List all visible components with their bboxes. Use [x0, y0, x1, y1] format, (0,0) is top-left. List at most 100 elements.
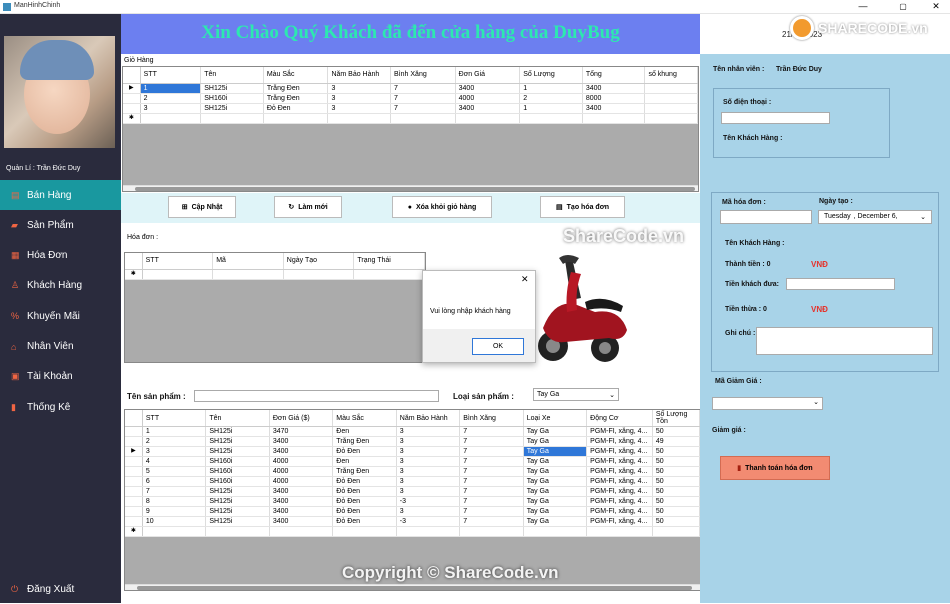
table-cell[interactable]: Đỏ Đen [263, 103, 329, 114]
table-cell[interactable]: 8 [142, 496, 207, 507]
table-cell[interactable]: Đen [332, 426, 397, 437]
sidebar-item-3[interactable]: ▦ Hóa Đơn [0, 241, 121, 271]
table-cell[interactable] [519, 113, 583, 124]
table-cell[interactable]: 1 [519, 83, 583, 94]
table-cell[interactable]: 3400 [269, 516, 334, 527]
table-cell[interactable]: PGM-FI, xăng, 4... [586, 476, 653, 487]
column-header[interactable]: Màu Sắc [263, 67, 329, 84]
table-cell[interactable]: 3 [396, 436, 461, 447]
table-row[interactable]: 2 SH125i 3400 Trắng Đen 3 7 Tay Ga PGM-FI, xăng… [125, 436, 701, 447]
table-cell[interactable]: 50 [652, 456, 701, 467]
sidebar-item-7[interactable]: ▣ Tài Khoản [0, 362, 121, 392]
column-header[interactable]: số khung [644, 67, 698, 84]
sidebar-item-2[interactable]: ▰ Sản Phẩm [0, 210, 121, 240]
table-cell[interactable]: 6 [142, 476, 207, 487]
logout-button[interactable]: ⏻ Đăng Xuất [0, 574, 121, 604]
invoice-new-row[interactable]: ✱ [125, 269, 425, 280]
table-cell[interactable]: 7 [459, 506, 524, 517]
table-cell[interactable]: 3 [396, 466, 461, 477]
note-textarea[interactable] [756, 327, 933, 355]
table-cell[interactable]: 7 [390, 93, 456, 104]
column-header[interactable]: Trạng Thái [353, 253, 425, 270]
table-row[interactable]: 8 SH125i 3400 Đỏ Đen -3 7 Tay Ga PGM-FI, xăng, … [125, 496, 701, 507]
table-cell[interactable]: 3 [396, 426, 461, 437]
table-cell[interactable]: 7 [459, 516, 524, 527]
phone-input[interactable] [721, 112, 830, 124]
table-cell[interactable]: 50 [652, 446, 701, 457]
table-cell[interactable]: SH125i [205, 486, 270, 497]
row-header[interactable] [125, 436, 143, 447]
row-header[interactable] [125, 486, 143, 497]
table-cell[interactable]: Đỏ Đen [332, 496, 397, 507]
table-cell[interactable]: 3 [396, 506, 461, 517]
column-header[interactable]: Bình Xăng [390, 67, 456, 84]
table-cell[interactable]: Trắng Đen [263, 83, 329, 94]
table-cell[interactable]: 4000 [455, 93, 521, 104]
table-cell[interactable]: Tay Ga [523, 426, 588, 437]
table-cell[interactable]: 2 [519, 93, 583, 104]
table-cell[interactable]: SH125i [200, 103, 264, 114]
table-cell[interactable] [140, 113, 202, 124]
cart-scroll-thumb[interactable] [135, 187, 695, 191]
table-row[interactable]: 4 SH160i 4000 Đen 3 7 Tay Ga PGM-FI, xăng, 4...… [125, 456, 701, 467]
row-header[interactable] [125, 426, 143, 437]
table-cell[interactable] [263, 113, 329, 124]
table-cell[interactable]: 2 [140, 93, 202, 104]
table-row[interactable]: ▶ 3 SH125i 3400 Đỏ Đen 3 7 Tay Ga PGM-FI, xăng, … [125, 446, 701, 457]
create-invoice-button[interactable]: ▤ Tạo hóa đơn [540, 196, 625, 218]
table-cell[interactable] [586, 526, 653, 537]
table-cell[interactable]: SH125i [200, 83, 264, 94]
table-cell[interactable]: Trắng Đen [332, 436, 397, 447]
table-cell[interactable]: PGM-FI, xăng, 4... [586, 446, 653, 457]
table-cell[interactable]: 9 [142, 506, 207, 517]
table-cell[interactable]: 7 [459, 486, 524, 497]
row-header[interactable] [125, 476, 143, 487]
new-row[interactable]: ✱ [125, 526, 701, 537]
table-cell[interactable]: 50 [652, 516, 701, 527]
table-cell[interactable]: Đỏ Đen [332, 486, 397, 497]
table-cell[interactable]: Đỏ Đen [332, 516, 397, 527]
table-cell[interactable] [269, 526, 334, 537]
sidebar-item-6[interactable]: ⌂ Nhân Viên [0, 332, 121, 362]
table-cell[interactable]: SH160i [205, 466, 270, 477]
sidebar-item-1[interactable]: ▤ Bán Hàng [0, 180, 121, 210]
product-scrollbar[interactable] [125, 584, 700, 590]
table-cell[interactable] [644, 103, 698, 114]
table-row[interactable]: 9 SH125i 3400 Đỏ Đen 3 7 Tay Ga PGM-FI, xăng, 4… [125, 506, 701, 517]
refresh-button[interactable]: ↻ Làm mới [274, 196, 342, 218]
row-header[interactable] [123, 103, 141, 114]
table-cell[interactable]: Tay Ga [523, 446, 588, 457]
table-cell[interactable]: 3470 [269, 426, 334, 437]
dialog-close-icon[interactable]: ✕ [521, 274, 529, 285]
table-cell[interactable]: -3 [396, 496, 461, 507]
table-cell[interactable]: Đỏ Đen [332, 446, 397, 457]
dialog-ok-button[interactable]: OK [472, 338, 524, 355]
row-header[interactable] [123, 93, 141, 104]
table-cell[interactable] [582, 113, 646, 124]
table-cell[interactable]: Trắng Đen [263, 93, 329, 104]
column-header[interactable]: Tên [200, 67, 264, 84]
table-cell[interactable]: 3400 [269, 436, 334, 447]
table-cell[interactable]: 7 [142, 486, 207, 497]
column-header[interactable]: STT [142, 253, 214, 270]
table-cell[interactable]: 4000 [269, 456, 334, 467]
table-cell[interactable]: Đỏ Đen [332, 476, 397, 487]
column-header[interactable]: STT [142, 410, 207, 427]
table-cell[interactable]: Đen [332, 456, 397, 467]
invoice-code-input[interactable] [720, 210, 812, 224]
table-cell[interactable]: PGM-FI, xăng, 4... [586, 436, 653, 447]
table-cell[interactable]: PGM-FI, xăng, 4... [586, 456, 653, 467]
paid-input[interactable] [786, 278, 895, 290]
voucher-select[interactable]: ⌄ [712, 397, 823, 410]
table-cell[interactable]: 10 [142, 516, 207, 527]
table-row[interactable]: 10 SH125i 3400 Đỏ Đen -3 7 Tay Ga PGM-FI, xăng,… [125, 516, 701, 527]
table-row[interactable]: 3 SH125i Đỏ Đen 3 7 3400 1 3400 [123, 103, 698, 114]
table-cell[interactable]: Tay Ga [523, 506, 588, 517]
table-cell[interactable]: 3400 [455, 83, 521, 94]
table-cell[interactable] [644, 113, 698, 124]
table-cell[interactable] [332, 526, 397, 537]
table-cell[interactable]: PGM-FI, xăng, 4... [586, 426, 653, 437]
table-cell[interactable]: 5 [142, 466, 207, 477]
remove-from-cart-button[interactable]: ● Xóa khỏi giỏ hàng [392, 196, 492, 218]
table-cell[interactable] [644, 93, 698, 104]
